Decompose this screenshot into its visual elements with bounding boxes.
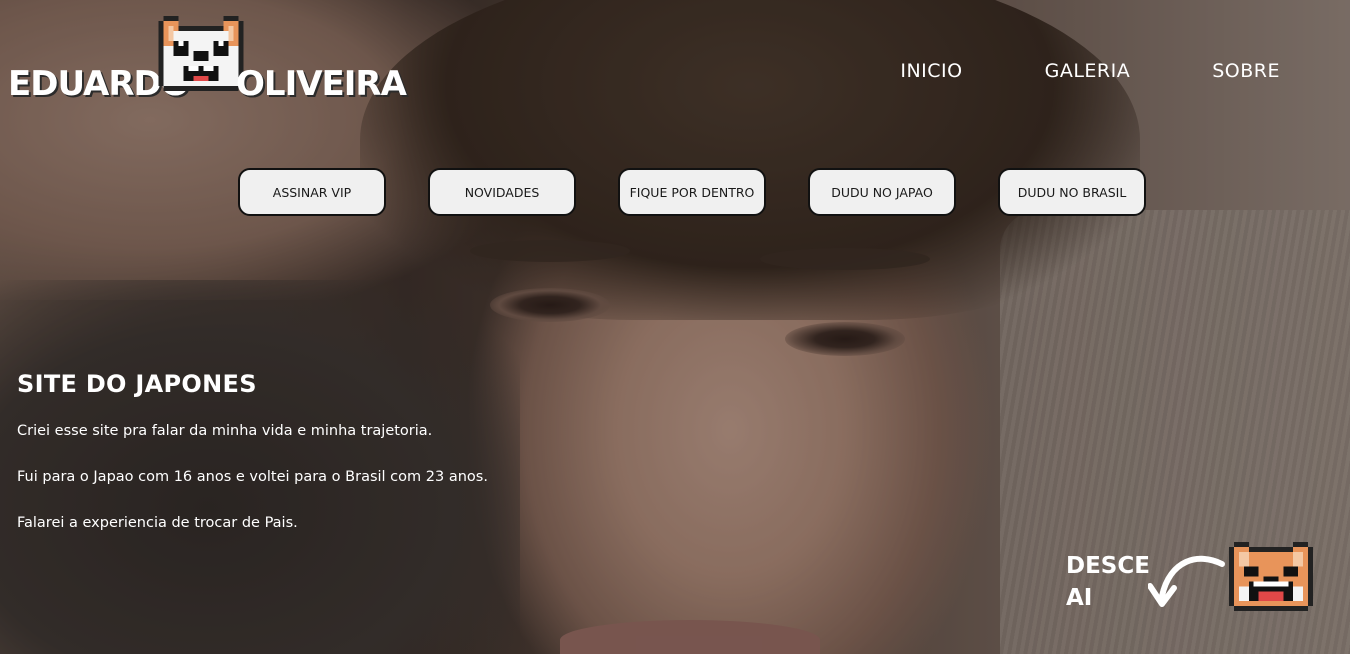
scroll-hint-line2: AI: [1066, 585, 1093, 611]
novidades-button[interactable]: NOVIDADES: [428, 168, 576, 216]
scroll-hint-label: DESCE AI: [1066, 550, 1156, 614]
intro-paragraph: Criei esse site pra falar da minha vida …: [17, 423, 433, 439]
nav-link-inicio[interactable]: INICIO: [900, 60, 962, 82]
curved-arrow-icon: [1148, 555, 1225, 607]
main-nav: INICIO GALERIA SOBRE: [900, 60, 1280, 82]
fique-por-dentro-button[interactable]: FIQUE POR DENTRO: [618, 168, 766, 216]
assinar-vip-button[interactable]: ASSINAR VIP: [238, 168, 386, 216]
nav-link-sobre[interactable]: SOBRE: [1212, 60, 1280, 82]
dudu-no-brasil-button[interactable]: DUDU NO BRASIL: [998, 168, 1146, 216]
intro-paragraph: Falarei a experiencia de trocar de Pais.: [17, 515, 298, 531]
intro-section: SITE DO JAPONES Criei esse site pra fala…: [17, 370, 637, 560]
dudu-no-japao-button[interactable]: DUDU NO JAPAO: [808, 168, 956, 216]
nav-link-galeria[interactable]: GALERIA: [1045, 60, 1131, 82]
category-button-row: ASSINAR VIP NOVIDADES FIQUE POR DENTRO D…: [238, 168, 1146, 216]
pixel-dog-icon: [1229, 542, 1313, 612]
scroll-down-hint[interactable]: DESCE AI: [1066, 542, 1326, 622]
page-title: SITE DO JAPONES: [17, 370, 257, 398]
intro-paragraph: Fui para o Japao com 16 anos e voltei pa…: [17, 469, 488, 485]
scroll-hint-line1: DESCE: [1066, 553, 1150, 579]
pixel-dog-icon: [158, 16, 244, 91]
site-logo[interactable]: EDUARDO OLIVEIRA: [8, 16, 407, 106]
logo-last-word: OLIVEIRA: [236, 64, 407, 104]
